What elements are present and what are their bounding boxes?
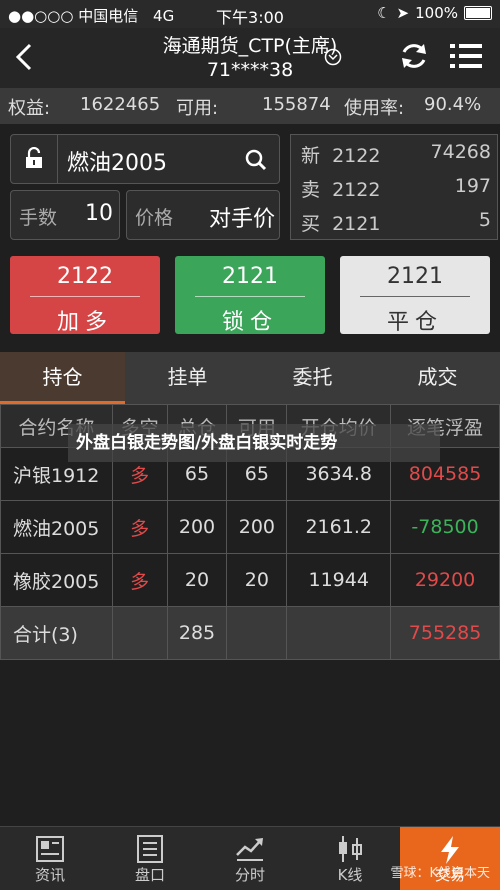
cell-avg-price: 11944 [286,553,392,607]
back-icon[interactable] [12,42,36,72]
search-icon[interactable] [245,149,267,171]
total-qty: 285 [166,606,228,660]
quote-price: 2122 [332,179,381,201]
quantity-label: 手数 [19,207,58,229]
tab-pending-orders[interactable]: 挂单 [125,352,250,404]
cell-direction: 多 [111,500,168,554]
available-value: 155874 [262,94,331,115]
buy-label: 加多 [56,310,113,335]
cell-pnl: -78500 [390,500,500,554]
nav-news[interactable]: 资讯 [0,827,100,890]
candlestick-icon [339,836,362,862]
location-icon: ➤ [396,4,410,22]
equity-label: 权益: [8,98,51,119]
news-icon [36,836,64,862]
quote-panel: 新 2122 74268 卖 2122 197 买 2121 5 [290,134,498,240]
nav-orderbook[interactable]: 盘口 [100,827,200,890]
cell-avg-price: 2161.2 [286,500,392,554]
tab-trades[interactable]: 成交 [375,352,500,404]
sell-price: 2121 [222,264,278,289]
status-right: ☾ ➤ 100% [377,4,492,22]
buy-long-button[interactable]: 2122 加多 [10,256,160,335]
menu-icon[interactable] [450,42,482,70]
battery-icon [464,6,492,20]
cell-total: 200 [166,500,228,554]
table-row[interactable]: 燃油2005 多 200 200 2161.2 -78500 [0,500,500,554]
total-empty [286,606,392,660]
contract-selector[interactable]: 燃油2005 [10,134,280,184]
chevron-down-icon[interactable] [324,48,342,66]
broker-name: 海通期货_CTP(主席) [162,35,338,57]
quote-volume: 74268 [430,141,491,163]
divider [30,296,140,297]
quote-volume: 197 [454,175,491,197]
battery-percent: 100% [415,4,458,22]
cell-total: 20 [166,553,228,607]
cell-available: 200 [226,500,288,554]
total-pnl: 755285 [390,606,500,660]
overlay-caption: 外盘白银走势图/外盘白银实时走势 [68,424,440,462]
account-title[interactable]: 海通期货_CTP(主席) 71****38 [100,34,400,82]
line-chart-icon [236,838,263,861]
contract-name: 燃油2005 [67,151,167,176]
quantity-field[interactable]: 手数 10 [10,190,120,240]
tab-bar: 持仓 挂单 委托 成交 [0,352,500,404]
divider [360,296,470,297]
available-label: 可用: [176,98,219,119]
lock-label: 锁仓 [221,310,278,335]
table-row[interactable]: 橡胶2005 多 20 20 11944 29200 [0,553,500,607]
watermark: 雪球：K线资本天 [390,866,490,881]
quote-price: 2121 [332,213,381,235]
tab-positions[interactable]: 持仓 [0,352,125,404]
cell-direction: 多 [111,553,168,607]
nav-timeshare[interactable]: 分时 [200,827,300,890]
total-empty [111,606,168,660]
cell-contract: 燃油2005 [0,500,113,554]
buy-price: 2122 [57,264,113,289]
quote-row-last: 新 2122 74268 [301,141,491,168]
nav-kline[interactable]: K线 [300,827,400,890]
nav-label: K线 [337,866,363,884]
tab-orders[interactable]: 委托 [250,352,375,404]
quantity-value: 10 [85,201,113,226]
account-id: 71****38 [206,59,294,81]
price-label: 价格 [135,207,174,229]
cell-pnl: 29200 [390,553,500,607]
price-type: 对手价 [208,207,275,232]
divider [195,296,305,297]
quote-row-ask: 卖 2122 197 [301,175,491,202]
lightning-icon [441,836,459,864]
close-position-button[interactable]: 2121 平仓 [340,256,490,335]
moon-icon: ☾ [377,4,391,22]
cell-available: 20 [226,553,288,607]
nav-label: 分时 [234,866,265,884]
total-label: 合计(3) [0,606,113,660]
orderbook-icon [137,835,163,863]
unlock-icon [26,147,42,168]
quote-row-bid: 买 2121 5 [301,209,491,236]
usage-value: 90.4% [424,94,482,115]
lock-position-button[interactable]: 2121 锁仓 [175,256,325,335]
refresh-icon[interactable] [398,40,430,72]
equity-value: 1622465 [80,94,161,115]
status-bar: ●●○○○ 中国电信 4G 下午3:00 ☾ ➤ 100% [0,0,500,28]
usage-label: 使用率: [344,98,405,119]
total-empty [226,606,288,660]
nav-header: 海通期货_CTP(主席) 71****38 [0,28,500,88]
quote-label: 买 [301,213,321,235]
close-price: 2121 [387,264,443,289]
cell-contract: 橡胶2005 [0,553,113,607]
lock-button[interactable] [11,135,58,183]
nav-label: 资讯 [34,866,65,884]
quote-volume: 5 [478,209,491,231]
account-bar: 权益: 1622465 可用: 155874 使用率: 90.4% [0,88,500,124]
quote-price: 2122 [332,145,381,167]
quote-label: 新 [301,145,321,167]
nav-label: 盘口 [134,866,165,884]
close-label: 平仓 [386,310,443,335]
quote-label: 卖 [301,179,321,201]
total-row: 合计(3) 285 755285 [0,606,500,660]
price-field[interactable]: 价格 对手价 [126,190,280,240]
